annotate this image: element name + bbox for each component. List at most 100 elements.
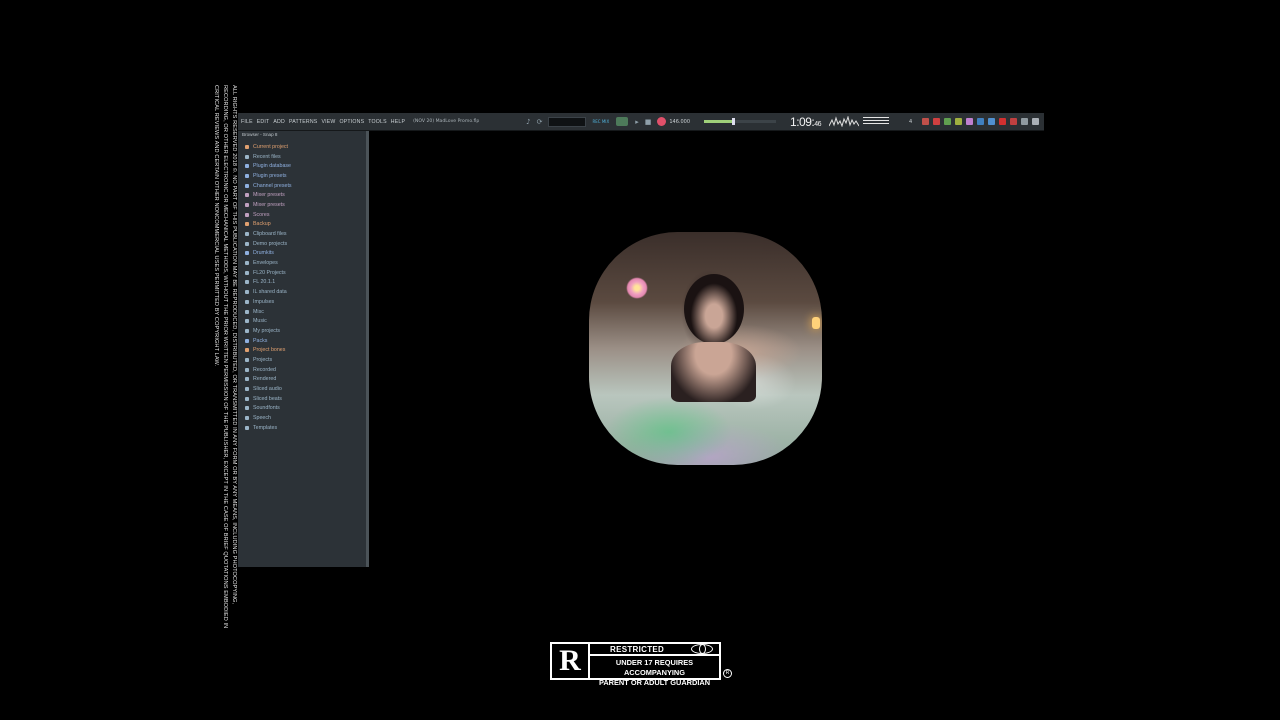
browser-item[interactable]: Recent files (238, 152, 366, 162)
browser-item[interactable]: Envelopes (238, 258, 366, 268)
menu-patterns[interactable]: PATTERNS (289, 119, 318, 125)
browser-item[interactable]: Project bones (238, 345, 366, 355)
browser-item-label: Clipboard files (253, 231, 287, 238)
folder-icon (245, 309, 249, 314)
rating-desc-line-2: PARENT OR ADULT GUARDIAN (598, 678, 711, 687)
browser-header[interactable]: Browser - Snap 8 (238, 131, 366, 140)
browser-item[interactable]: Templates (238, 423, 366, 433)
folder-icon (245, 270, 249, 275)
folder-icon (245, 338, 249, 343)
folder-icon (245, 261, 249, 266)
restore-icon[interactable] (1021, 118, 1029, 125)
browser-item[interactable]: Rendered (238, 375, 366, 385)
pattern-number[interactable]: 4 (909, 119, 912, 125)
browser-item[interactable]: Demo projects (238, 239, 366, 249)
browser-item[interactable]: Music (238, 316, 366, 326)
menu-view[interactable]: VIEW (321, 119, 335, 125)
browser-panel: Browser - Snap 8 Current project Recent f… (238, 131, 369, 567)
browser-item-label: Packs (253, 337, 268, 344)
pattern-song-toggle[interactable] (616, 117, 629, 126)
browser-item-label: Projects (253, 356, 273, 363)
person-head (684, 274, 744, 344)
browser-item[interactable]: FL 20.1.1 (238, 278, 366, 288)
browser-item[interactable]: My projects (238, 326, 366, 336)
project-picker-icon[interactable] (988, 118, 996, 125)
candle-light (812, 317, 820, 329)
browser-item[interactable]: Projects (238, 355, 366, 365)
copyright-line-3: CRITICAL REVIEWS AND CERTAIN OTHER NONCO… (213, 85, 219, 367)
browser-item[interactable]: Backup (238, 220, 366, 230)
channel-rack-icon[interactable] (944, 118, 952, 125)
browser-item[interactable]: Plugin presets (238, 171, 366, 181)
menu-edit[interactable]: EDIT (257, 119, 270, 125)
mixer-icon[interactable] (955, 118, 963, 125)
folder-icon (245, 154, 249, 159)
browser-item[interactable]: Mixer presets (238, 200, 366, 210)
browser-item-label: Impulses (253, 298, 275, 305)
browser-item[interactable]: Sliced audio (238, 384, 366, 394)
browser-item[interactable]: Plugin database (238, 161, 366, 171)
menu-file[interactable]: FILE (241, 119, 253, 125)
loop-icon[interactable]: ⟳ (537, 118, 543, 126)
person-body (671, 342, 756, 402)
folder-icon (245, 251, 249, 256)
rating-label: RESTRICTED (610, 644, 665, 654)
menu-add[interactable]: ADD (273, 119, 285, 125)
menu-tools[interactable]: TOOLS (368, 119, 387, 125)
record-button[interactable] (657, 117, 667, 126)
browser-item[interactable]: Mixer presets (238, 190, 366, 200)
pattern-selector[interactable] (548, 116, 587, 127)
menu-options[interactable]: OPTIONS (340, 119, 365, 125)
folder-icon (245, 416, 249, 421)
folder-icon (245, 202, 249, 207)
folder-icon (245, 299, 249, 304)
folder-icon (245, 144, 249, 149)
folder-icon (245, 173, 249, 178)
browser-item[interactable]: Drumkits (238, 249, 366, 259)
browser-item[interactable]: Current project (238, 142, 366, 152)
piano-roll-icon[interactable] (933, 118, 941, 125)
folder-icon (245, 357, 249, 362)
browser-item[interactable]: Recorded (238, 365, 366, 375)
browser-item[interactable]: Packs (238, 336, 366, 346)
browser-item[interactable]: Channel presets (238, 181, 366, 191)
folder-icon (245, 280, 249, 285)
browser-item[interactable]: Soundfonts (238, 404, 366, 414)
close-icon[interactable] (1032, 118, 1040, 125)
folder-icon (245, 164, 249, 169)
browser-item-label: Current project (253, 143, 289, 150)
folder-icon (245, 328, 249, 333)
menu-help[interactable]: HELP (391, 119, 405, 125)
browser-item[interactable]: Clipboard files (238, 229, 366, 239)
metronome-icon[interactable]: ♪ (526, 118, 530, 126)
maximize-icon[interactable] (1010, 118, 1018, 125)
master-volume-slider[interactable] (704, 118, 777, 125)
browser-item-label: Recorded (253, 366, 276, 373)
browser-item[interactable]: Scores (238, 210, 366, 220)
plugin-picker-icon[interactable] (966, 118, 974, 125)
time-display: 1:09:46 (790, 114, 822, 129)
tempo-display[interactable]: 146.000 (669, 119, 690, 125)
folder-icon (245, 396, 249, 401)
playlist-icon[interactable] (922, 118, 930, 125)
browser-item[interactable]: Sliced beats (238, 394, 366, 404)
browser-item-label: Demo projects (253, 240, 288, 247)
minimize-icon[interactable] (999, 118, 1007, 125)
browser-item[interactable]: Misc (238, 307, 366, 317)
browser-item[interactable]: FL20 Projects (238, 268, 366, 278)
browser-item-label: My projects (253, 327, 281, 334)
browser-item[interactable]: IL shared data (238, 287, 366, 297)
folder-icon (245, 367, 249, 372)
rating-label-bar: RESTRICTED (590, 644, 719, 656)
browser-icon[interactable] (977, 118, 985, 125)
play-icon[interactable]: ▸ (635, 118, 639, 126)
browser-item[interactable]: Speech (238, 413, 366, 423)
folder-icon (245, 319, 249, 324)
stop-icon[interactable]: ■ (645, 118, 652, 126)
copyright-line-1: ALL RIGHTS RESERVED 2018 ©. NO PART OF T… (231, 85, 237, 605)
rating-desc-line-1: UNDER 17 REQUIRES ACCOMPANYING (615, 658, 694, 677)
browser-item[interactable]: Impulses (238, 297, 366, 307)
folder-icon (245, 425, 249, 430)
browser-item-label: IL shared data (253, 289, 287, 296)
oscilloscope-icon (829, 116, 860, 127)
